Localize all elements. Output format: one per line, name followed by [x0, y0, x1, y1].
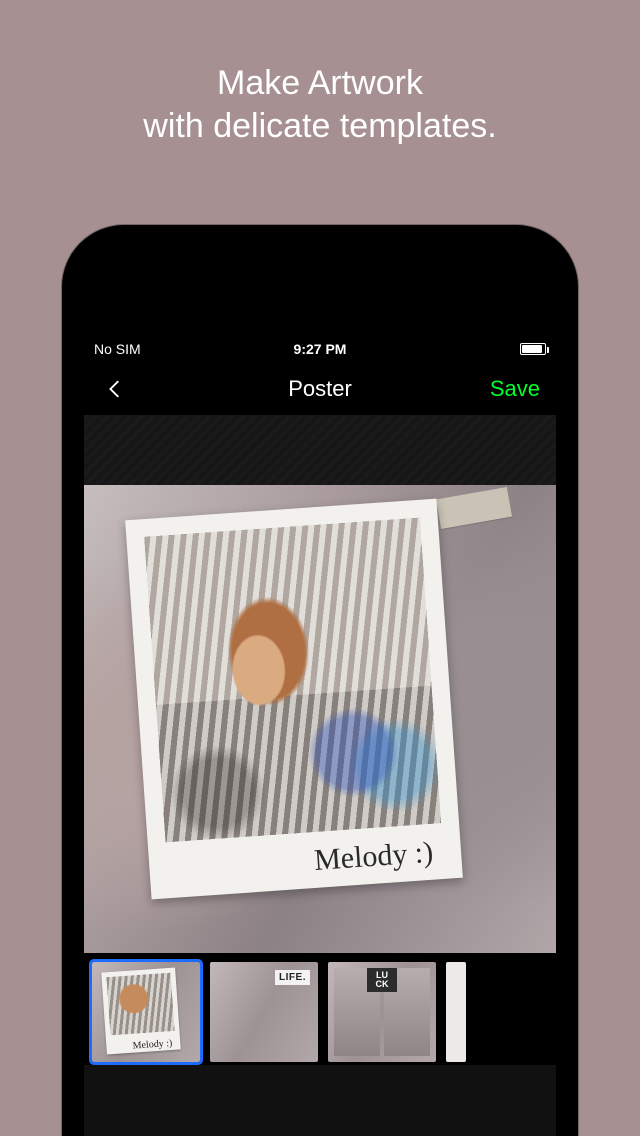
template-strip: Melody :) LIFE. LU CK: [84, 953, 556, 1065]
polaroid-frame[interactable]: Melody :): [125, 499, 463, 900]
thumb-polaroid-frame: Melody :): [101, 968, 181, 1055]
template-thumb-next[interactable]: [446, 962, 466, 1062]
artwork-photo: [144, 518, 441, 843]
phone-screen: No SIM 9:27 PM Poster Save Melody :): [84, 335, 556, 1136]
artwork-canvas[interactable]: Melody :): [84, 485, 556, 953]
promo-headline: Make Artwork with delicate templates.: [0, 62, 640, 147]
thumb-caption: Melody :): [132, 1038, 172, 1052]
thumb-badge: LIFE.: [275, 970, 310, 985]
promo-line-2: with delicate templates.: [0, 105, 640, 148]
thumb-label: LU CK: [367, 968, 397, 992]
status-bar: No SIM 9:27 PM: [84, 335, 556, 363]
battery-icon: [520, 343, 546, 355]
page-title: Poster: [84, 376, 556, 402]
toolbar-stripe: [84, 415, 556, 485]
template-thumb-luck[interactable]: LU CK: [328, 962, 436, 1062]
phone-frame: No SIM 9:27 PM Poster Save Melody :): [62, 225, 578, 1136]
tape-decoration: [436, 487, 512, 529]
status-time: 9:27 PM: [84, 341, 556, 357]
template-thumb-life[interactable]: LIFE.: [210, 962, 318, 1062]
template-thumb-polaroid[interactable]: Melody :): [92, 962, 200, 1062]
nav-bar: Poster Save: [84, 363, 556, 415]
promo-line-1: Make Artwork: [0, 62, 640, 105]
artwork-caption[interactable]: Melody :): [313, 836, 434, 878]
thumb-photo: [107, 973, 175, 1035]
